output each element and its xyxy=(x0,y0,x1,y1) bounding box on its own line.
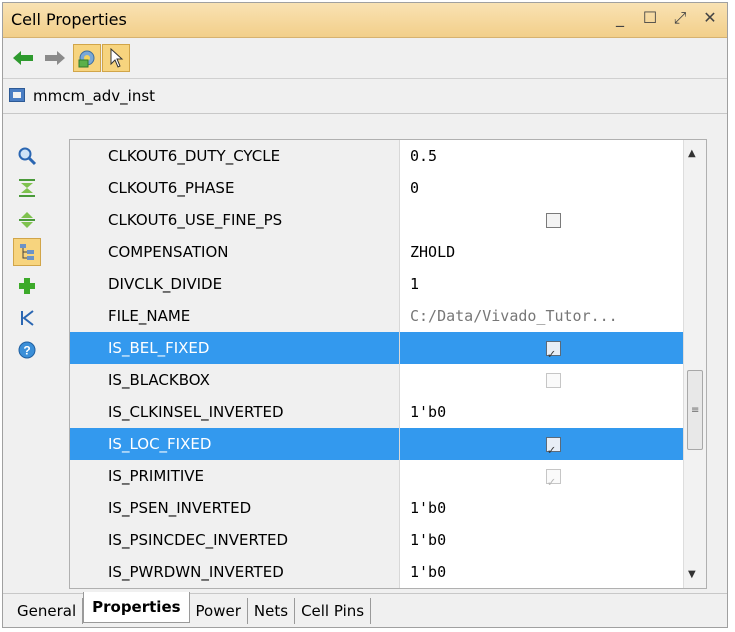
tab-nets[interactable]: Nets xyxy=(248,597,296,624)
add-icon[interactable] xyxy=(13,272,41,300)
property-row[interactable]: COMPENSATION ZHOLD xyxy=(70,236,706,268)
property-value[interactable]: 1'b0 xyxy=(400,556,706,588)
property-name: CLKOUT6_USE_FINE_PS xyxy=(70,204,400,236)
property-value[interactable]: ZHOLD xyxy=(400,236,706,268)
title-bar: Cell Properties _ ☐ ⤢ ✕ xyxy=(3,3,727,38)
property-value[interactable]: 0.5 xyxy=(400,140,706,172)
property-value[interactable]: 1 xyxy=(400,268,706,300)
help-icon[interactable]: ? xyxy=(13,336,41,364)
property-checkbox-cell xyxy=(400,364,706,396)
property-value[interactable]: 1'b0 xyxy=(400,396,706,428)
vertical-scrollbar[interactable]: ▲ ≡ ▼ xyxy=(683,140,706,588)
property-value[interactable]: C:/Data/Vivado_Tutor... xyxy=(400,300,706,332)
property-name: IS_BLACKBOX xyxy=(70,364,400,396)
cell-name: mmcm_adv_inst xyxy=(33,87,156,105)
property-checkbox-cell xyxy=(400,428,706,467)
property-value[interactable]: 0 xyxy=(400,172,706,204)
close-icon[interactable]: ✕ xyxy=(701,8,719,28)
panel-tabs: General Properties Power Nets Cell Pins xyxy=(3,592,727,627)
select-pointer-icon[interactable] xyxy=(102,44,130,72)
cell-properties-panel: Cell Properties _ ☐ ⤢ ✕ mmcm_adv_inst ? … xyxy=(2,2,728,628)
scroll-down-icon[interactable]: ▼ xyxy=(688,569,696,580)
forward-arrow-icon[interactable] xyxy=(41,44,69,72)
property-checkbox xyxy=(545,372,561,388)
svg-text:?: ? xyxy=(23,344,30,358)
property-row[interactable]: IS_PSEN_INVERTED 1'b0 xyxy=(70,492,706,524)
properties-table: CLKOUT6_DUTY_CYCLE 0.5 CLKOUT6_PHASE 0 CLKOU… xyxy=(69,139,707,589)
property-row[interactable]: FILE_NAME C:/Data/Vivado_Tutor... xyxy=(70,300,706,332)
property-sidebar: ? xyxy=(3,114,69,593)
panel-title: Cell Properties xyxy=(11,10,127,29)
property-name: IS_LOC_FIXED xyxy=(70,428,400,460)
first-icon[interactable] xyxy=(13,304,41,332)
maximize-icon[interactable]: ☐ xyxy=(641,8,659,28)
property-name: IS_PWRDWN_INVERTED xyxy=(70,556,400,588)
property-name: FILE_NAME xyxy=(70,300,400,332)
gear-icon[interactable] xyxy=(73,44,101,72)
window-controls: _ ☐ ⤢ ✕ xyxy=(611,8,719,28)
property-row[interactable]: IS_PSINCDEC_INVERTED 1'b0 xyxy=(70,524,706,556)
hierarchy-icon[interactable] xyxy=(13,238,41,266)
property-name: IS_PSEN_INVERTED xyxy=(70,492,400,524)
property-checkbox-cell xyxy=(400,460,706,499)
property-row[interactable]: IS_BLACKBOX xyxy=(70,364,706,396)
property-checkbox[interactable] xyxy=(545,339,561,371)
property-name: COMPENSATION xyxy=(70,236,400,268)
cell-instance-icon xyxy=(9,88,25,102)
property-row[interactable]: IS_BEL_FIXED xyxy=(70,332,706,371)
minimize-icon[interactable]: _ xyxy=(611,8,629,28)
property-row[interactable]: CLKOUT6_PHASE 0 xyxy=(70,172,706,204)
float-icon[interactable]: ⤢ xyxy=(671,8,689,28)
property-checkbox[interactable] xyxy=(545,212,561,228)
scroll-thumb[interactable]: ≡ xyxy=(687,370,703,450)
toolbar xyxy=(3,38,727,79)
collapse-all-icon[interactable] xyxy=(13,174,41,202)
property-row[interactable]: IS_CLKINSEL_INVERTED 1'b0 xyxy=(70,396,706,428)
grip-icon: ≡ xyxy=(691,405,700,416)
expand-all-icon[interactable] xyxy=(13,206,41,234)
cell-name-row: mmcm_adv_inst xyxy=(3,79,727,114)
property-value[interactable]: 1'b0 xyxy=(400,492,706,524)
tab-general[interactable]: General xyxy=(11,597,84,624)
property-row[interactable]: CLKOUT6_USE_FINE_PS xyxy=(70,204,706,236)
property-checkbox xyxy=(545,467,561,499)
property-row[interactable]: DIVCLK_DIVIDE 1 xyxy=(70,268,706,300)
back-arrow-icon[interactable] xyxy=(9,44,37,72)
property-name: CLKOUT6_DUTY_CYCLE xyxy=(70,140,400,172)
property-row[interactable]: IS_PWRDWN_INVERTED 1'b0 xyxy=(70,556,706,588)
property-checkbox[interactable] xyxy=(545,435,561,467)
property-row[interactable]: IS_LOC_FIXED xyxy=(70,428,706,467)
property-row[interactable]: CLKOUT6_DUTY_CYCLE 0.5 xyxy=(70,140,706,172)
property-name: IS_PSINCDEC_INVERTED xyxy=(70,524,400,556)
property-value[interactable]: 1'b0 xyxy=(400,524,706,556)
search-icon[interactable] xyxy=(13,142,41,170)
property-name: CLKOUT6_PHASE xyxy=(70,172,400,204)
tab-power[interactable]: Power xyxy=(190,597,248,624)
property-checkbox-cell xyxy=(400,204,706,236)
property-name: IS_BEL_FIXED xyxy=(70,332,400,364)
property-name: IS_CLKINSEL_INVERTED xyxy=(70,396,400,428)
tab-properties[interactable]: Properties xyxy=(83,592,190,623)
property-checkbox-cell xyxy=(400,332,706,371)
property-name: IS_PRIMITIVE xyxy=(70,460,400,492)
property-name: DIVCLK_DIVIDE xyxy=(70,268,400,300)
scroll-up-icon[interactable]: ▲ xyxy=(688,148,696,159)
tab-cell-pins[interactable]: Cell Pins xyxy=(295,597,372,624)
property-row[interactable]: IS_PRIMITIVE xyxy=(70,460,706,499)
